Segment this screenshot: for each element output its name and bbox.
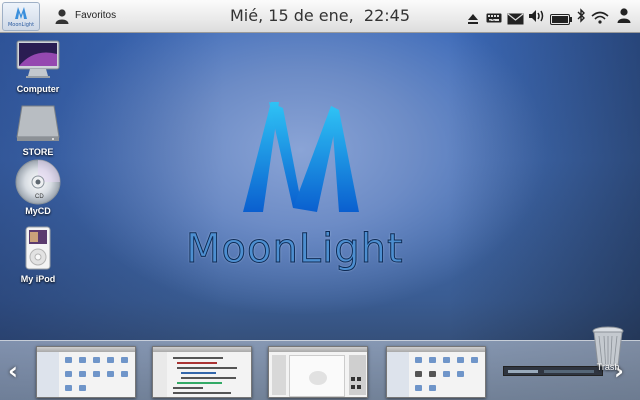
top-panel: MoonLight Favoritos Mié, 15 de ene, 22:4…: [0, 0, 640, 33]
keyboard-layout-caption: ES: [488, 18, 495, 24]
menu-logo-caption: MoonLight: [7, 22, 35, 28]
desktop-icon-computer[interactable]: Computer: [8, 40, 68, 94]
wifi-icon[interactable]: [591, 9, 609, 28]
clock[interactable]: Mié, 15 de ene, 22:45: [230, 6, 410, 25]
user-places-icon[interactable]: [54, 8, 70, 28]
window-thumb-image-editor[interactable]: [268, 346, 368, 398]
moonlight-logo: [243, 102, 359, 212]
window-switcher: ‹ ›: [0, 340, 640, 400]
moonlight-logo-icon: [15, 7, 27, 19]
scroll-left-button[interactable]: ‹: [8, 357, 18, 385]
main-menu-button[interactable]: MoonLight: [2, 2, 40, 31]
ipod-icon: [25, 226, 51, 270]
window-thumb-file-manager[interactable]: [36, 346, 136, 398]
desktop-icon-myipod[interactable]: My iPod: [8, 226, 68, 284]
eject-icon[interactable]: [467, 10, 479, 29]
window-thumb-file-manager-2[interactable]: [386, 346, 486, 398]
drive-icon: [16, 105, 60, 141]
volume-icon[interactable]: [528, 8, 546, 27]
user-icon[interactable]: [616, 7, 632, 27]
mail-icon[interactable]: [507, 10, 524, 29]
battery-icon[interactable]: [550, 10, 572, 29]
favorites-menu[interactable]: Favoritos: [75, 10, 116, 21]
window-thumb-text-editor[interactable]: [152, 346, 252, 398]
monitor-icon: [16, 40, 60, 78]
desktop-icon-store[interactable]: STORE: [8, 103, 68, 157]
cd-caption: CD: [35, 194, 44, 200]
bluetooth-icon[interactable]: [576, 8, 586, 27]
brand-wordmark: MoonLight: [186, 226, 404, 273]
desktop-icon-mycd[interactable]: CD MyCD: [8, 158, 68, 216]
trash[interactable]: Trash: [588, 326, 628, 372]
